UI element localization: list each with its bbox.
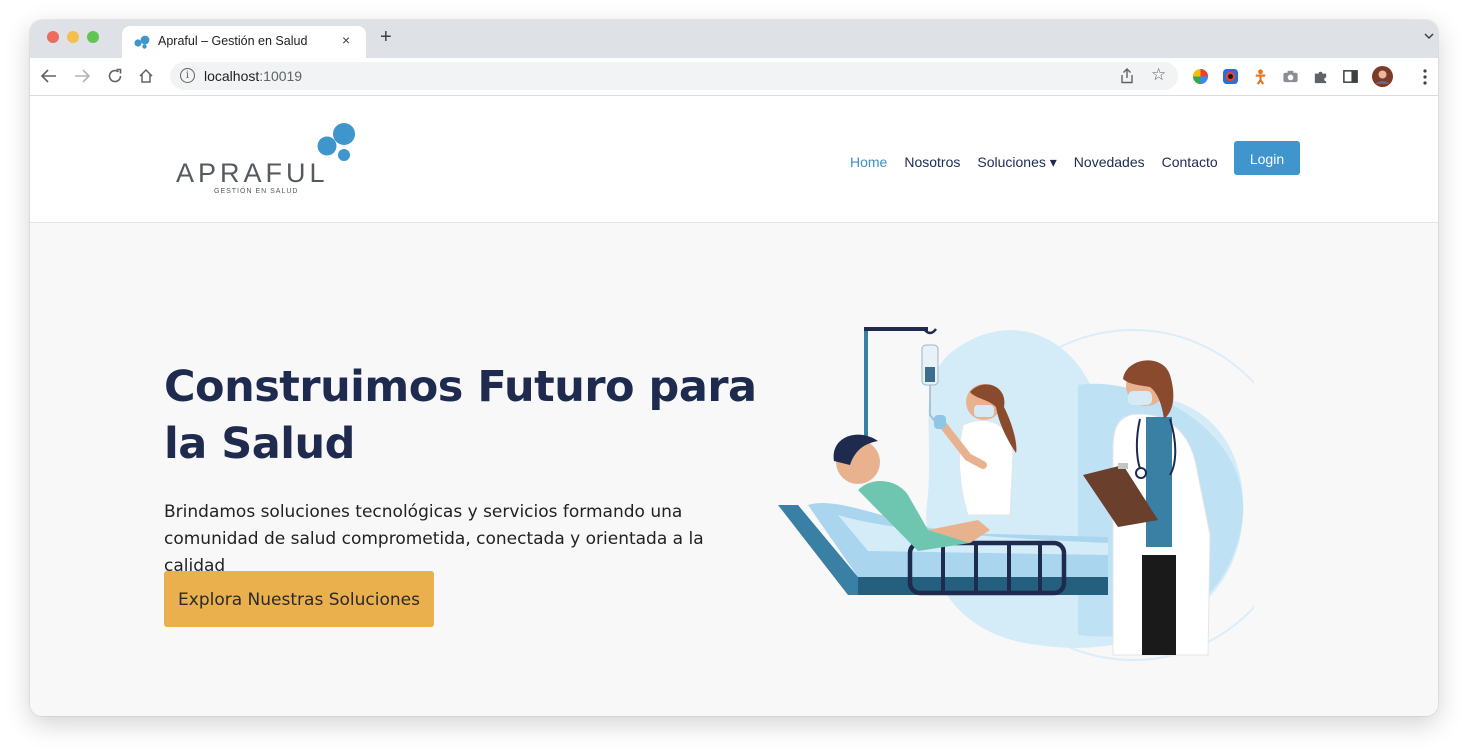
- accessibility-extension-icon[interactable]: [1252, 68, 1269, 85]
- tab-search-chevron-icon[interactable]: [1424, 32, 1434, 40]
- new-tab-button[interactable]: +: [380, 26, 392, 48]
- hero-title: Construimos Futuro para la Salud: [164, 362, 757, 469]
- color-picker-extension-icon[interactable]: [1192, 68, 1209, 85]
- nav-nosotros[interactable]: Nosotros: [904, 154, 960, 171]
- nav-novedades[interactable]: Novedades: [1074, 154, 1145, 171]
- sidebar-icon[interactable]: [1342, 68, 1359, 85]
- address-bar[interactable]: i localhost:10019: [170, 62, 1178, 90]
- hero-section: Construimos Futuro para la Salud Brindam…: [30, 223, 1438, 716]
- kebab-menu-icon[interactable]: [1423, 69, 1427, 85]
- logo-wordmark: APRAFUL: [176, 158, 329, 188]
- apraful-favicon-icon: [134, 35, 150, 49]
- browser-tab[interactable]: Apraful – Gestión en Salud ×: [122, 26, 366, 58]
- window-controls: [47, 31, 99, 43]
- hero-description: Brindamos soluciones tecnológicas y serv…: [164, 502, 704, 576]
- close-window-button[interactable]: [47, 31, 59, 43]
- nav-home[interactable]: Home: [850, 154, 887, 171]
- bookmark-star-icon[interactable]: ☆: [1151, 65, 1166, 85]
- nav-contacto[interactable]: Contacto: [1162, 154, 1218, 171]
- info-icon[interactable]: i: [180, 68, 195, 83]
- hospital-care-illustration: [778, 327, 1254, 661]
- share-icon[interactable]: [1120, 68, 1134, 84]
- logo-tagline: GESTIÓN EN SALUD: [214, 188, 299, 195]
- url-text: localhost:10019: [204, 68, 302, 84]
- apraful-logo[interactable]: APRAFUL GESTIÓN EN SALUD: [176, 122, 366, 202]
- browser-window: Apraful – Gestión en Salud × + i localho…: [30, 20, 1438, 716]
- explore-solutions-button[interactable]: Explora Nuestras Soluciones: [164, 571, 434, 627]
- site-header: APRAFUL GESTIÓN EN SALUD Home Nosotros S…: [30, 96, 1438, 223]
- nav-soluciones-dropdown[interactable]: Soluciones ▾: [977, 154, 1056, 171]
- screen-recorder-extension-icon[interactable]: [1222, 68, 1239, 85]
- tab-close-icon[interactable]: ×: [342, 32, 350, 48]
- tab-title: Apraful – Gestión en Salud: [158, 34, 308, 48]
- tab-strip: Apraful – Gestión en Salud × +: [30, 20, 1438, 58]
- back-icon[interactable]: [41, 69, 57, 83]
- url-host: localhost: [204, 68, 260, 84]
- minimize-window-button[interactable]: [67, 31, 79, 43]
- reload-icon[interactable]: [107, 68, 123, 84]
- login-button[interactable]: Login: [1234, 141, 1300, 175]
- url-port: :10019: [259, 68, 303, 84]
- zoom-window-button[interactable]: [87, 31, 99, 43]
- main-nav: Home Nosotros Soluciones ▾ Novedades Con…: [850, 154, 1218, 171]
- screenshot-camera-icon[interactable]: [1282, 68, 1299, 85]
- puzzle-icon[interactable]: [1312, 68, 1329, 85]
- browser-toolbar: i localhost:10019 ☆: [30, 58, 1438, 96]
- forward-icon[interactable]: [74, 69, 90, 83]
- profile-avatar[interactable]: [1372, 66, 1393, 87]
- home-icon[interactable]: [138, 68, 154, 84]
